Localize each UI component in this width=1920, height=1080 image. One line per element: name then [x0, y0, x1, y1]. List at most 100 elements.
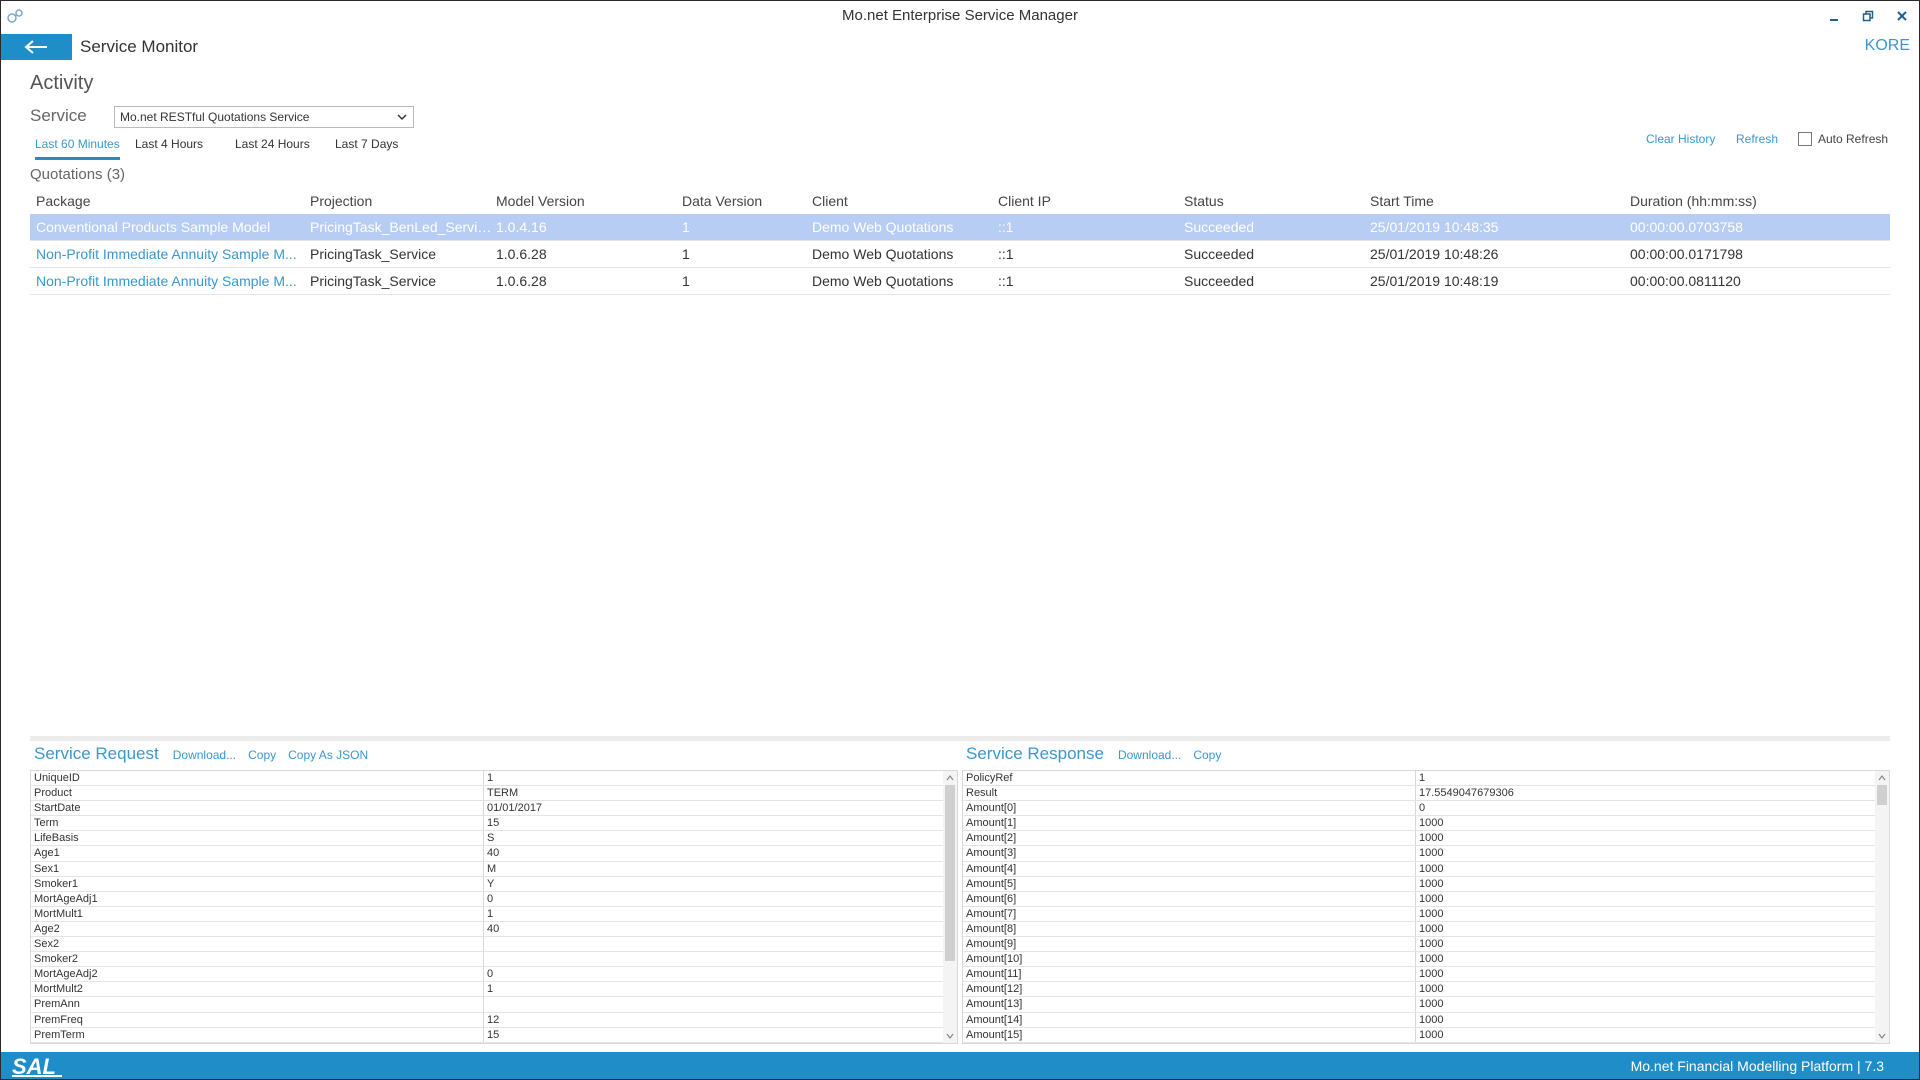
tab-last-7-days[interactable]: Last 7 Days: [335, 136, 398, 160]
property-row[interactable]: Amount[3] 1000: [963, 846, 1889, 862]
close-icon: [1897, 11, 1907, 21]
property-key: MortAgeAdj2: [34, 968, 98, 981]
response-scroll-thumb[interactable]: [1877, 785, 1887, 805]
table-row[interactable]: Non-Profit Immediate Annuity Sample M...…: [30, 268, 1890, 295]
auto-refresh-toggle[interactable]: Auto Refresh: [1798, 132, 1888, 146]
response-download-link[interactable]: Download...: [1118, 748, 1181, 762]
column-header-start-time[interactable]: Start Time: [1370, 193, 1620, 209]
property-key: PremAnn: [34, 998, 80, 1011]
property-row[interactable]: Amount[5] 1000: [963, 877, 1889, 892]
cell-projection: PricingTask_BenLed_Service: [310, 219, 492, 235]
column-header-package[interactable]: Package: [36, 193, 298, 209]
request-copy-link[interactable]: Copy: [248, 748, 276, 762]
cell-model-version: 1.0.6.28: [496, 273, 547, 289]
request-download-link[interactable]: Download...: [173, 748, 236, 762]
back-button[interactable]: [0, 34, 72, 60]
restore-button[interactable]: [1854, 4, 1882, 28]
column-header-projection[interactable]: Projection: [310, 193, 492, 209]
property-row[interactable]: Product TERM: [31, 786, 957, 802]
column-header-duration[interactable]: Duration (hh:mm:ss): [1630, 193, 1880, 209]
property-row[interactable]: Amount[10] 1000: [963, 952, 1889, 968]
cell-package[interactable]: Non-Profit Immediate Annuity Sample M...: [36, 273, 298, 289]
property-row[interactable]: MortAgeAdj2 0: [31, 967, 957, 983]
column-header-data-version[interactable]: Data Version: [682, 193, 802, 209]
property-row[interactable]: PremFreq 12: [31, 1013, 957, 1028]
property-row[interactable]: StartDate 01/01/2017: [31, 801, 957, 817]
property-value: 1000: [1419, 892, 1444, 905]
property-row[interactable]: Age1 40: [31, 846, 957, 862]
property-row[interactable]: PremAnn: [31, 997, 957, 1013]
request-copy-json-link[interactable]: Copy As JSON: [288, 748, 368, 762]
close-button[interactable]: [1888, 4, 1916, 28]
property-row[interactable]: MortAgeAdj1 0: [31, 892, 957, 907]
column-header-model-version[interactable]: Model Version: [496, 193, 676, 209]
property-row[interactable]: Result 17.5549047679306: [963, 786, 1889, 802]
refresh-link[interactable]: Refresh: [1736, 132, 1778, 146]
property-row[interactable]: Age2 40: [31, 922, 957, 938]
property-row[interactable]: PolicyRef 1: [963, 771, 1889, 787]
property-row[interactable]: Amount[9] 1000: [963, 937, 1889, 953]
property-row[interactable]: MortMult2 1: [31, 982, 957, 998]
tab-last-60-minutes[interactable]: Last 60 Minutes: [35, 136, 120, 160]
property-row[interactable]: LifeBasis S: [31, 831, 957, 847]
property-row[interactable]: Amount[11] 1000: [963, 967, 1889, 983]
property-row[interactable]: Amount[0] 0: [963, 801, 1889, 817]
property-row[interactable]: MortMult1 1: [31, 907, 957, 922]
property-value: 15: [487, 817, 500, 830]
property-row[interactable]: Smoker2: [31, 952, 957, 968]
property-value: S: [487, 832, 495, 845]
property-row[interactable]: Sex1 M: [31, 862, 957, 877]
response-copy-link[interactable]: Copy: [1193, 748, 1221, 762]
cell-start-time: 25/01/2019 10:48:19: [1370, 273, 1499, 289]
property-row[interactable]: Smoker1 Y: [31, 877, 957, 892]
property-row[interactable]: Amount[7] 1000: [963, 907, 1889, 922]
auto-refresh-checkbox[interactable]: [1798, 132, 1812, 146]
service-request-title: Service Request: [34, 744, 159, 763]
column-header-client[interactable]: Client: [812, 193, 992, 209]
request-scrollbar[interactable]: [943, 771, 957, 1043]
service-select[interactable]: Mo.net RESTful Quotations Service: [114, 106, 414, 128]
property-row[interactable]: Amount[4] 1000: [963, 862, 1889, 877]
property-row[interactable]: Amount[15] 1000: [963, 1028, 1889, 1043]
scroll-up-icon[interactable]: [1877, 773, 1887, 783]
table-row[interactable]: Non-Profit Immediate Annuity Sample M...…: [30, 241, 1890, 268]
property-row[interactable]: Term 15: [31, 816, 957, 832]
cell-package[interactable]: Non-Profit Immediate Annuity Sample M...: [36, 246, 298, 262]
property-value: 15: [487, 1028, 500, 1041]
scroll-down-icon[interactable]: [945, 1031, 955, 1041]
cell-client: Demo Web Quotations: [812, 246, 954, 262]
property-key: Amount[9]: [966, 938, 1017, 951]
property-row[interactable]: Amount[8] 1000: [963, 922, 1889, 938]
cell-duration: 00:00:00.0811120: [1630, 273, 1741, 289]
request-scroll-thumb[interactable]: [945, 785, 955, 961]
property-row[interactable]: PremTerm 15: [31, 1028, 957, 1043]
property-value: 1000: [1419, 998, 1444, 1011]
property-key: MortMult2: [34, 983, 83, 996]
table-row[interactable]: Conventional Products Sample Model Prici…: [30, 214, 1890, 241]
user-label[interactable]: KORE: [1865, 37, 1910, 55]
response-scrollbar[interactable]: [1875, 771, 1889, 1043]
property-row[interactable]: Amount[2] 1000: [963, 831, 1889, 847]
property-row[interactable]: Amount[12] 1000: [963, 982, 1889, 998]
property-row[interactable]: Amount[1] 1000: [963, 816, 1889, 832]
column-header-client-ip[interactable]: Client IP: [998, 193, 1178, 209]
window-title: Mo.net Enterprise Service Manager: [842, 7, 1078, 24]
property-row[interactable]: Amount[13] 1000: [963, 997, 1889, 1013]
clear-history-link[interactable]: Clear History: [1646, 132, 1715, 146]
scroll-down-icon[interactable]: [1877, 1031, 1887, 1041]
scroll-up-icon[interactable]: [945, 773, 955, 783]
property-value: 1000: [1419, 1013, 1444, 1026]
minimize-button[interactable]: [1820, 4, 1848, 28]
property-row[interactable]: Sex2: [31, 937, 957, 953]
tab-last-24-hours[interactable]: Last 24 Hours: [235, 136, 310, 160]
tab-last-4-hours[interactable]: Last 4 Hours: [135, 136, 203, 160]
property-row[interactable]: Amount[14] 1000: [963, 1013, 1889, 1028]
panel-splitter[interactable]: [30, 736, 1890, 741]
property-row[interactable]: Amount[6] 1000: [963, 892, 1889, 907]
column-header-status[interactable]: Status: [1184, 193, 1364, 209]
property-value: 1000: [1419, 983, 1444, 996]
property-key: UniqueID: [34, 772, 80, 784]
cell-package[interactable]: Conventional Products Sample Model: [36, 219, 298, 235]
property-row[interactable]: UniqueID 1: [31, 771, 957, 787]
cell-client: Demo Web Quotations: [812, 219, 954, 235]
